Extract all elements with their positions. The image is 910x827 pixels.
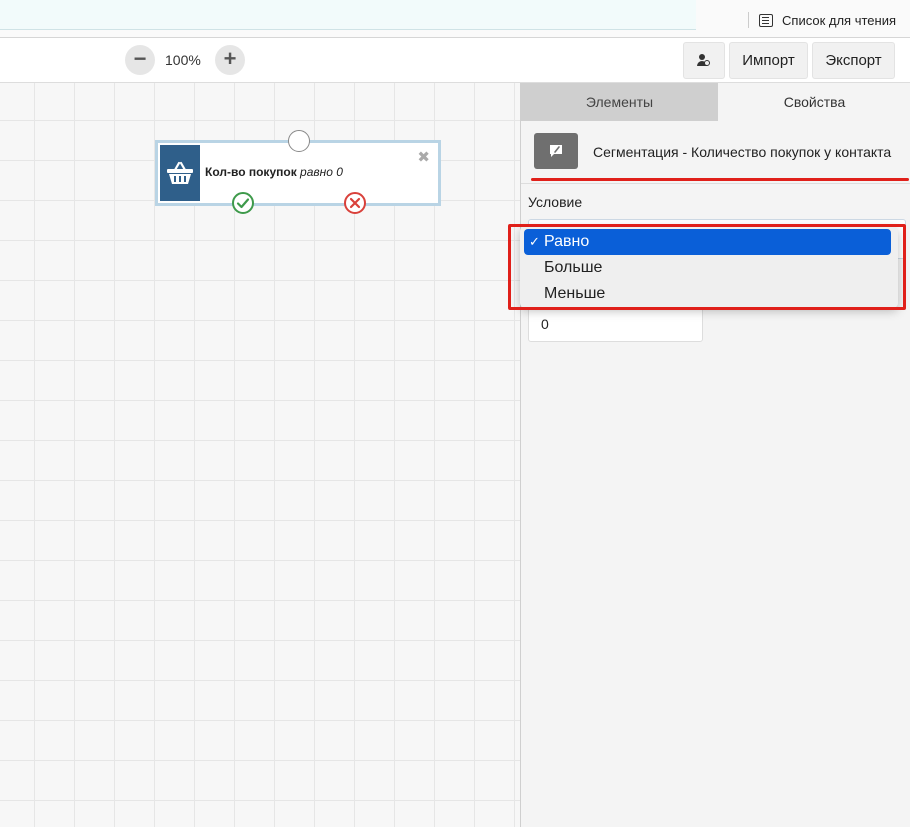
zoom-out-button[interactable]: − [125,45,155,75]
no-port[interactable] [344,192,366,214]
check-circle-icon [236,198,250,209]
minus-icon: − [133,46,147,71]
workflow-canvas[interactable]: Кол-во покупок равно 0 ✖ [0,83,520,827]
tab-elements[interactable]: Элементы [521,83,718,121]
editor-toolbar: − 100% + Импорт Экспорт [0,38,910,83]
basket-icon [167,161,193,184]
browser-bar: Список для чтения [0,0,910,38]
option-label: Больше [544,259,603,276]
zoom-in-button[interactable]: + [215,45,245,75]
reading-list-label: Список для чтения [782,12,896,28]
divider [521,183,910,184]
node-condition: равно 0 [300,165,343,179]
yes-port[interactable] [232,192,254,214]
node-icon-box [160,145,200,201]
node-title: Кол-во покупок [205,165,297,179]
x-circle-icon [349,197,361,209]
plus-icon: + [223,46,237,71]
user-search-icon [697,53,711,68]
panel-tabs: Элементы Свойства [521,83,910,121]
import-label: Импорт [742,52,795,69]
value-input[interactable]: 0 [528,307,703,342]
address-strip [0,0,696,30]
element-header: Сегментация - Количество покупок у конта… [521,121,910,183]
export-label: Экспорт [825,52,882,69]
annotation-underline [531,178,909,181]
segmentation-icon [550,145,562,157]
segmentation-icon-box [534,133,578,169]
workflow-node[interactable]: Кол-во покупок равно 0 ✖ [155,130,441,214]
option-equal[interactable]: ✓ Равно [524,229,891,255]
import-button[interactable]: Импорт [729,42,808,79]
condition-dropdown-list: ✓ Равно Больше Меньше [520,226,898,308]
zoom-level: 100% [165,52,201,68]
properties-panel: Элементы Свойства Сегментация - Количест… [520,83,910,827]
toolbar-separator [748,12,750,28]
input-port[interactable] [288,130,310,152]
tab-properties[interactable]: Свойства [718,83,910,121]
node-label: Кол-во покупок равно 0 [205,165,343,179]
option-less[interactable]: Меньше [524,281,891,307]
condition-label: Условие [528,194,583,210]
option-label: Равно [544,233,590,250]
reading-list-icon [759,13,774,27]
option-label: Меньше [544,285,606,302]
element-title: Сегментация - Количество покупок у конта… [593,144,892,160]
check-icon: ✓ [529,234,540,249]
export-button[interactable]: Экспорт [812,42,895,79]
option-greater[interactable]: Больше [524,255,891,281]
reading-list-button[interactable]: Список для чтения [748,12,896,28]
contacts-search-button[interactable] [683,42,725,79]
node-close-icon[interactable]: ✖ [417,148,430,166]
